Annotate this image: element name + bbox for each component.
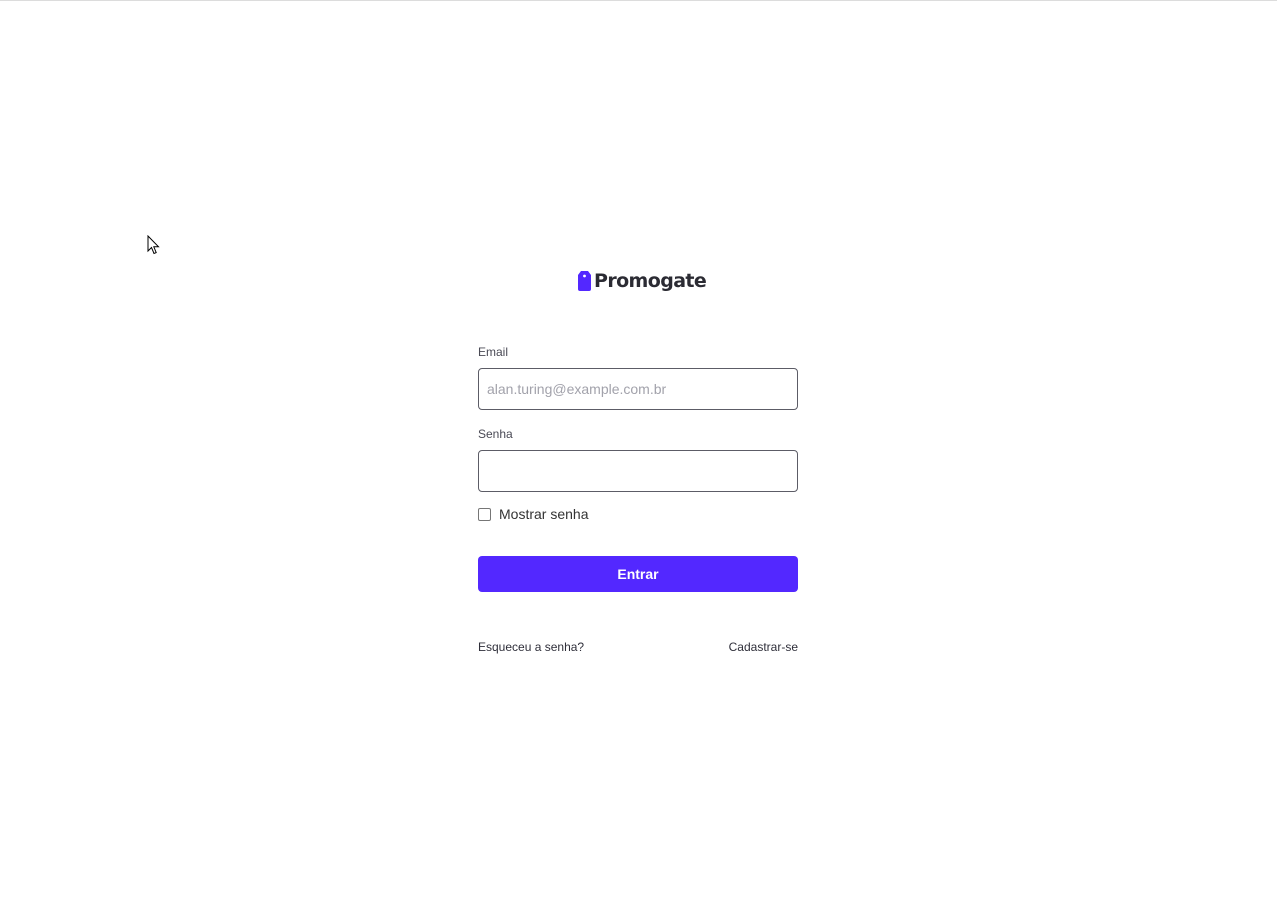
- login-form: Email Senha Mostrar senha Entrar Esquece…: [478, 344, 798, 654]
- show-password-label[interactable]: Mostrar senha: [499, 506, 588, 522]
- show-password-checkbox[interactable]: [478, 507, 491, 521]
- top-border-line: [0, 0, 1277, 1]
- auth-links: Esqueceu a senha? Cadastrar-se: [478, 640, 798, 654]
- email-input[interactable]: [478, 368, 798, 410]
- signup-link[interactable]: Cadastrar-se: [729, 640, 798, 654]
- brand-logo[interactable]: Promogate: [577, 268, 707, 294]
- email-label: Email: [478, 345, 509, 359]
- mouse-cursor-icon: [147, 234, 161, 255]
- brand-name: Promogate: [594, 270, 707, 292]
- price-tag-icon: [578, 271, 591, 291]
- password-label: Senha: [478, 427, 513, 441]
- submit-button[interactable]: Entrar: [478, 556, 798, 592]
- show-password-toggle[interactable]: Mostrar senha: [478, 506, 798, 522]
- password-input[interactable]: [478, 450, 798, 492]
- forgot-password-link[interactable]: Esqueceu a senha?: [478, 640, 584, 654]
